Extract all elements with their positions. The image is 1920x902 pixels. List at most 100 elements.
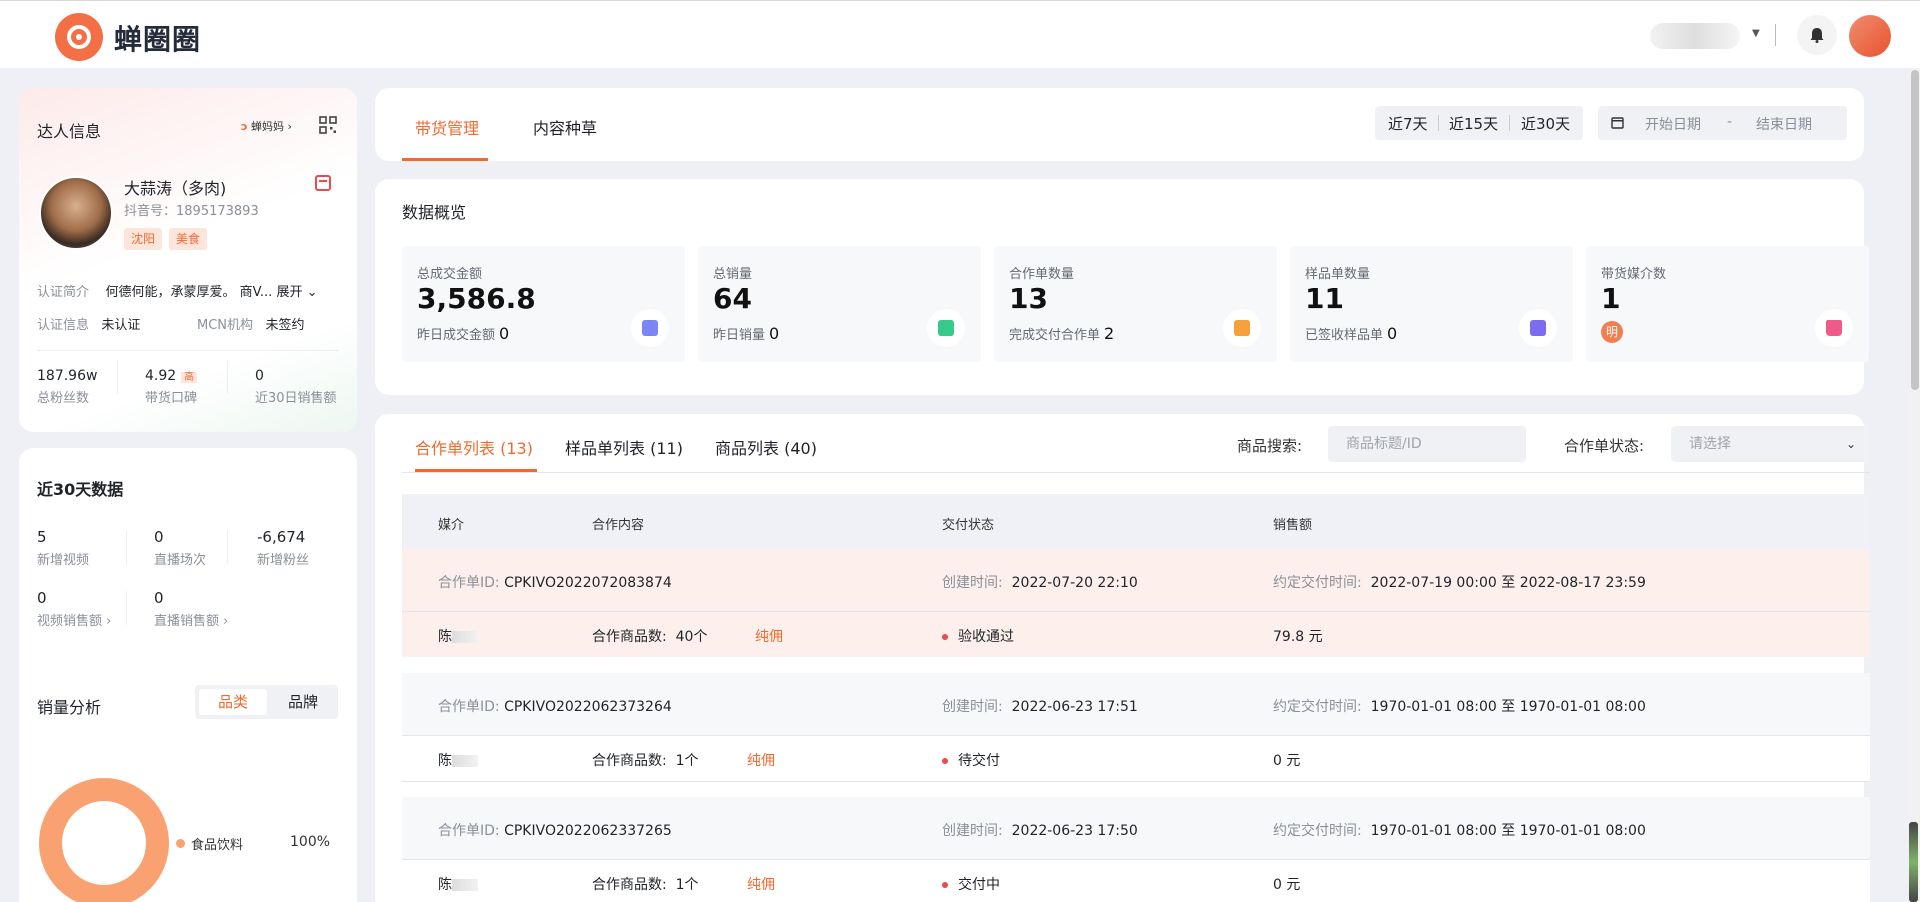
rating-badge: 高 xyxy=(181,372,198,383)
product-search-label: 商品搜索: xyxy=(1237,437,1303,455)
legend-pct: 100% xyxy=(290,834,331,850)
tag-category: 美食 xyxy=(169,228,208,250)
metric-total-sales: 总销量 64 昨日销量 0 xyxy=(698,246,981,362)
table-header: 媒介 合作内容 交付状态 销售额 xyxy=(402,494,1870,549)
mama-link[interactable]: ↄ 蝉妈妈 › xyxy=(241,118,292,134)
calendar-icon[interactable] xyxy=(315,175,331,191)
media-name: 陈 xyxy=(438,753,452,769)
seg-brand[interactable]: 品牌 xyxy=(271,689,335,715)
talent-title: 达人信息 xyxy=(37,122,102,141)
commission-tag: 纯佣 xyxy=(755,629,783,645)
qrcode-icon[interactable] xyxy=(319,116,337,134)
sales-analysis-title: 销量分析 xyxy=(37,698,102,717)
media-name: 陈 xyxy=(438,629,452,645)
table-row[interactable]: 合作单ID: CPKIVO2022062337265 创建时间: 2022-06… xyxy=(402,797,1870,859)
table-row[interactable]: 合作单ID: CPKIVO2022062373264 创建时间: 2022-06… xyxy=(402,673,1870,735)
range-7d[interactable]: 近7天 xyxy=(1388,113,1428,134)
expand-button[interactable]: 展开 ⌄ xyxy=(276,285,317,300)
table-row[interactable]: 陈 合作商品数: 1个 纯佣 交付中 0 元 xyxy=(402,860,1870,902)
commission-tag: 纯佣 xyxy=(747,877,775,893)
status-text: 交付中 xyxy=(958,877,1000,893)
chevron-down-icon[interactable]: ▼ xyxy=(1752,28,1760,39)
talent-avatar xyxy=(39,176,113,250)
overview-card: 数据概览 总成交金额 3,586.8 昨日成交金额 0 总销量 64 昨日销量 0 … xyxy=(375,179,1869,395)
scrollbar-thumb[interactable] xyxy=(1911,70,1919,390)
tab-sales-management[interactable]: 带货管理 xyxy=(415,115,479,139)
rating-label: 带货口碑 xyxy=(145,391,198,406)
legend-dot xyxy=(176,839,185,848)
brand-name: 蝉圈圈 xyxy=(114,23,202,56)
range-30d[interactable]: 近30天 xyxy=(1521,113,1570,134)
side-widget[interactable] xyxy=(1909,822,1918,902)
avatar[interactable] xyxy=(1849,15,1891,57)
metric-coop-orders: 合作单数量 13 完成交付合作单 2 xyxy=(994,246,1277,362)
video-sales-link[interactable]: 视频销售额 › xyxy=(37,610,111,629)
start-date[interactable]: 开始日期 xyxy=(1645,114,1701,134)
product-search-input[interactable]: 商品标题/ID xyxy=(1328,426,1526,462)
fans-value: 187.96w xyxy=(37,368,98,384)
order-id: CPKIVO2022062337265 xyxy=(504,823,672,839)
divider xyxy=(227,530,228,564)
order-status-select[interactable]: 请选择 ⌄ xyxy=(1671,426,1870,462)
overview-title: 数据概览 xyxy=(402,203,467,222)
media-avatar-badge: 明 xyxy=(1601,321,1623,343)
crown-icon xyxy=(1815,309,1853,347)
rating-value: 4.92 高 xyxy=(145,368,198,384)
header-status: 交付状态 xyxy=(942,518,995,533)
sales-value: 79.8 元 xyxy=(1273,629,1323,645)
order-id: CPKIVO2022072083874 xyxy=(504,575,672,591)
range-15d[interactable]: 近15天 xyxy=(1449,113,1498,134)
new-fans-value: -6,674 xyxy=(257,528,306,546)
main-tabs-card: 带货管理 内容种草 近7天 近15天 近30天 开始日期 - 结束日期 xyxy=(375,88,1864,161)
divider xyxy=(1509,115,1510,131)
live-count-label: 直播场次 xyxy=(154,553,207,568)
tab-sample-orders[interactable]: 样品单列表 (11) xyxy=(565,435,683,459)
divider xyxy=(402,781,1870,782)
tab-content-seeding[interactable]: 内容种草 xyxy=(533,115,597,139)
divider xyxy=(126,530,127,564)
top-bar: 蝉圈圈 ▼ xyxy=(0,0,1920,68)
table-row[interactable]: 陈 合作商品数: 40个 纯佣 验收通过 79.8 元 xyxy=(402,612,1870,657)
media-name: 陈 xyxy=(438,877,452,893)
live-sales-link[interactable]: 直播销售额 › xyxy=(154,610,228,629)
order-status-label: 合作单状态: xyxy=(1564,437,1645,455)
category-donut-chart xyxy=(39,778,169,902)
created-time: 2022-07-20 22:10 xyxy=(1011,575,1138,591)
metric-sample-orders: 样品单数量 11 已签收样品单 0 xyxy=(1290,246,1573,362)
sales30-value: 0 xyxy=(255,368,264,384)
date-picker[interactable]: 开始日期 - 结束日期 xyxy=(1598,106,1847,140)
divider xyxy=(227,360,228,394)
talent-card: 达人信息 ↄ 蝉妈妈 › 大蒜涛（多肉) 抖音号：1895173893 沈阳 美… xyxy=(19,88,357,432)
divider xyxy=(402,472,1870,473)
live-sales-value: 0 xyxy=(154,589,164,607)
seg-category[interactable]: 品类 xyxy=(199,689,267,715)
bag-icon xyxy=(1519,309,1557,347)
table-row[interactable]: 陈 合作商品数: 1个 纯佣 待交付 0 元 xyxy=(402,736,1870,781)
sales-value: 0 元 xyxy=(1273,753,1301,769)
video-sales-value: 0 xyxy=(37,589,47,607)
stats-30-title: 近30天数据 xyxy=(37,480,124,499)
notification-button[interactable] xyxy=(1797,15,1837,55)
header-media: 媒介 xyxy=(438,518,465,533)
intro-text: 何德何能，承蒙厚爱。 商V... xyxy=(105,285,273,300)
battery-icon xyxy=(927,309,965,347)
date-separator: - xyxy=(1727,114,1733,130)
calendar-icon xyxy=(1611,117,1624,129)
end-date[interactable]: 结束日期 xyxy=(1756,114,1812,134)
header-sales: 销售额 xyxy=(1273,518,1313,533)
new-fans-label: 新增粉丝 xyxy=(257,553,310,568)
mcn-row: MCN机构 未签约 xyxy=(197,318,305,333)
commission-tag: 纯佣 xyxy=(747,753,775,769)
user-name[interactable] xyxy=(1650,23,1740,49)
cert-row: 认证信息 未认证 xyxy=(37,318,141,333)
logo-icon[interactable] xyxy=(55,13,103,61)
tab-underline xyxy=(402,158,488,161)
stats-30-card: 近30天数据 5 新增视频 0 直播场次 -6,674 新增粉丝 0 视频销售额… xyxy=(19,448,357,902)
tab-coop-orders[interactable]: 合作单列表 (13) xyxy=(415,435,533,459)
sales-value: 0 元 xyxy=(1273,877,1301,893)
tab-products[interactable]: 商品列表 (40) xyxy=(715,435,817,459)
sales-analysis-toggle: 品类 品牌 xyxy=(195,685,338,719)
legend-name: 食品饮料 xyxy=(191,838,244,853)
table-row[interactable]: 合作单ID: CPKIVO2022072083874 创建时间: 2022-07… xyxy=(402,549,1870,611)
status-text: 待交付 xyxy=(958,753,1000,769)
